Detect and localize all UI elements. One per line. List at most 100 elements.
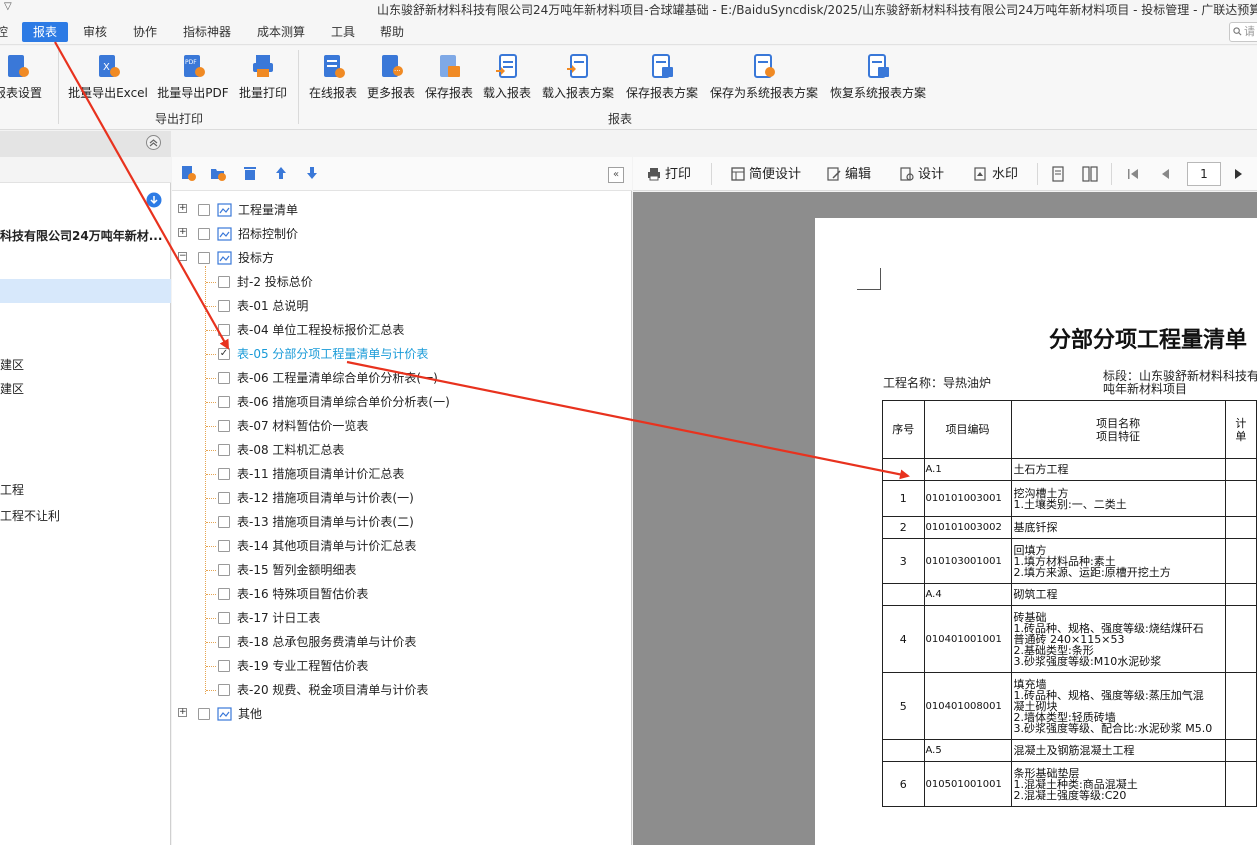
tree-report-item[interactable]: 表-04 单位工程投标报价汇总表 [0,318,632,342]
save-as-system-scheme-button[interactable]: 保存为系统报表方案 [708,52,820,104]
expand-node-icon[interactable]: + [178,708,187,717]
move-down-icon[interactable] [305,165,319,181]
save-report-button[interactable]: 保存报表 [422,52,476,104]
tree-checkbox[interactable] [218,660,230,672]
tree-report-item[interactable]: 表-19 专业工程暂估价表 [0,654,632,678]
tree-checkbox[interactable] [198,252,210,264]
first-page-icon[interactable] [1127,167,1139,181]
tree-checkbox[interactable] [218,396,230,408]
tree-node-label: 招标控制价 [238,227,299,241]
tree-report-item[interactable]: 表-15 暂列金额明细表 [0,558,632,582]
simple-design-button[interactable]: 简便设计 [731,166,801,184]
tree-checkbox[interactable] [218,300,230,312]
menu-item-indicator-tool[interactable]: 指标神器 [176,22,238,42]
single-page-icon[interactable] [1051,166,1065,182]
online-report-icon [324,55,345,78]
tree-checkbox[interactable] [218,420,230,432]
tree-report-item[interactable]: 表-13 措施项目清单与计价表(二) [0,510,632,534]
ribbon-toolbar: 报表设置 X 批量导出Excel PDF 批量导出PDF 批量打印 导出打印 在… [0,46,1257,130]
search-input[interactable]: 请 [1229,22,1257,42]
tree-report-item[interactable]: 表-07 材料暂估价一览表 [0,414,632,438]
expand-node-icon[interactable]: + [178,228,187,237]
move-up-icon[interactable] [274,165,288,181]
restore-system-scheme-button[interactable]: 恢复系统报表方案 [828,52,928,104]
expand-node-icon[interactable]: + [178,204,187,213]
tree-checkbox[interactable]: ✓ [218,348,230,360]
tree-checkbox[interactable] [198,228,210,240]
tree-report-item[interactable]: 表-18 总承包服务费清单与计价表 [0,630,632,654]
tree-toolbar: « [172,157,632,191]
menu-item-help[interactable]: 帮助 [372,22,412,42]
more-reports-button[interactable]: ··· 更多报表 [364,52,418,104]
report-folder-icon [217,707,232,721]
add-folder-icon[interactable] [210,165,226,181]
tree-report-item[interactable]: 表-06 工程量清单综合单价分析表(一) [0,366,632,390]
ribbon-separator [58,50,59,124]
tree-group-node[interactable]: + 工程量清单 [0,198,632,222]
tree-checkbox[interactable] [218,492,230,504]
window-title: 山东骏舒新材料科技有限公司24万吨年新材料项目-合球罐基础 - E:/Baidu… [377,3,1257,17]
menu-item-collaborate[interactable]: 协作 [125,22,165,42]
load-report-button[interactable]: 载入报表 [480,52,534,104]
delete-icon[interactable] [242,165,258,181]
tree-checkbox[interactable] [218,564,230,576]
tree-report-item[interactable]: ✓ 表-05 分部分项工程量清单与计价表 [0,342,632,366]
tree-report-item[interactable]: 表-17 计日工表 [0,606,632,630]
double-page-icon[interactable] [1082,166,1098,182]
online-report-button[interactable]: 在线报表 [306,52,360,104]
report-folder-icon [217,203,232,217]
tree-report-item[interactable]: 表-06 措施项目清单综合单价分析表(一) [0,390,632,414]
tree-report-item[interactable]: 表-08 工料机汇总表 [0,438,632,462]
page-number-input[interactable]: 1 [1187,162,1221,186]
tree-report-item[interactable]: 表-11 措施项目清单计价汇总表 [0,462,632,486]
menu-item-report[interactable]: 报表 [22,22,68,42]
tree-report-item[interactable]: 表-16 特殊项目暂估价表 [0,582,632,606]
tree-checkbox[interactable] [218,684,230,696]
menu-item-review[interactable]: 审核 [75,22,115,42]
tree-checkbox[interactable] [218,540,230,552]
collapse-up-icon[interactable] [146,135,161,150]
edit-button[interactable]: 编辑 [827,166,871,184]
tree-report-item[interactable]: 表-14 其他项目清单与计价汇总表 [0,534,632,558]
tree-report-item[interactable]: 表-12 措施项目清单与计价表(一) [0,486,632,510]
menu-item-cost-estimate[interactable]: 成本测算 [250,22,312,42]
batch-export-excel-button[interactable]: X 批量导出Excel [68,52,148,104]
tree-report-item[interactable]: 表-20 规费、税金项目清单与计价表 [0,678,632,702]
tree-group-node[interactable]: + 其他 [0,702,632,726]
tree-group-node[interactable]: + 招标控制价 [0,222,632,246]
tree-checkbox[interactable] [198,204,210,216]
tree-node-label: 工程量清单 [238,203,299,217]
nav-panel-header [0,131,171,157]
tree-group-node[interactable]: − 投标方 [0,246,632,270]
batch-print-button[interactable]: 批量打印 [238,52,288,104]
report-page [815,218,1257,845]
add-report-icon[interactable] [180,165,196,181]
tree-checkbox[interactable] [218,612,230,624]
watermark-button[interactable]: 水印 [974,166,1018,184]
next-page-icon[interactable] [1234,167,1244,181]
tree-checkbox[interactable] [218,468,230,480]
report-settings-button[interactable]: 报表设置 [0,52,48,104]
tree-checkbox[interactable] [218,636,230,648]
previous-page-icon[interactable] [1160,167,1170,181]
menu-bar: 控 报表 审核 协作 指标神器 成本测算 工具 帮助 请 [0,18,1257,45]
print-button[interactable]: 打印 [647,166,691,184]
tree-checkbox[interactable] [218,276,230,288]
tree-checkbox[interactable] [198,708,210,720]
tree-report-item[interactable]: 表-01 总说明 [0,294,632,318]
tree-checkbox[interactable] [218,372,230,384]
batch-export-pdf-button[interactable]: PDF 批量导出PDF [156,52,230,104]
quick-access-chevron-icon[interactable]: ▽ [4,1,12,12]
save-report-scheme-button[interactable]: 保存报表方案 [624,52,700,104]
design-button[interactable]: 设计 [900,166,944,184]
tree-report-item[interactable]: 封-2 投标总价 [0,270,632,294]
load-report-scheme-button[interactable]: 载入报表方案 [540,52,616,104]
menu-item-control[interactable]: 控 [0,22,12,42]
collapse-node-icon[interactable]: − [178,252,187,261]
menu-item-tools[interactable]: 工具 [324,22,362,42]
tree-checkbox[interactable] [218,516,230,528]
tree-checkbox[interactable] [218,588,230,600]
tree-checkbox[interactable] [218,324,230,336]
collapse-panel-button[interactable]: « [608,167,624,183]
tree-checkbox[interactable] [218,444,230,456]
